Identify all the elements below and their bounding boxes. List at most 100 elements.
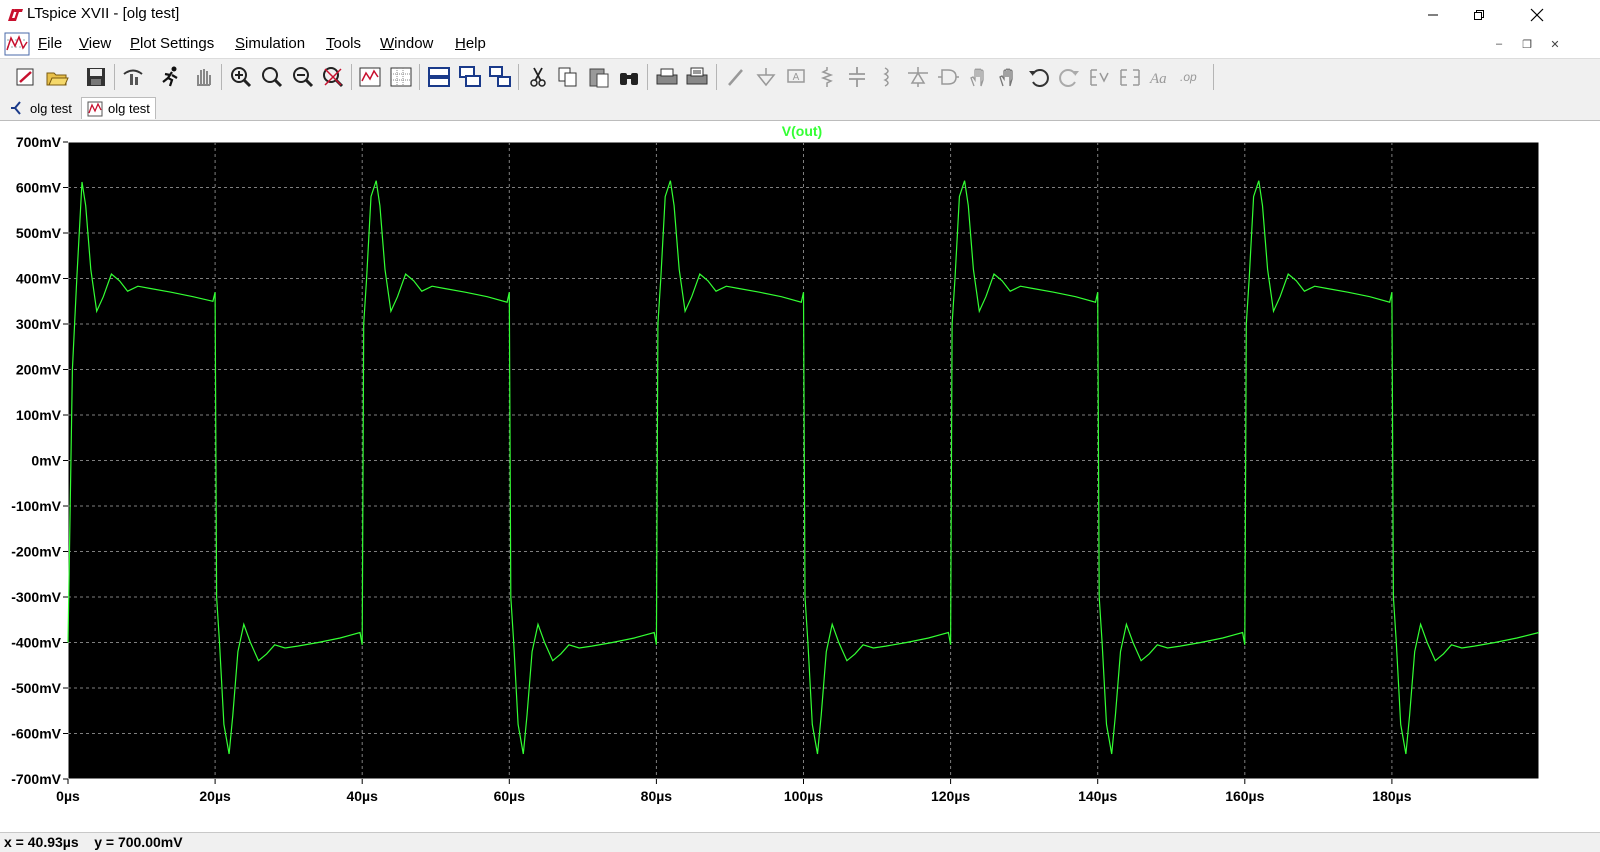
- print-preview-button[interactable]: [685, 65, 709, 89]
- mdi-minimize-button[interactable]: –: [1488, 34, 1510, 54]
- zoom-fit-button[interactable]: [321, 65, 345, 89]
- move-button[interactable]: [966, 65, 990, 89]
- zoom-out-icon: [293, 67, 314, 88]
- menu-file[interactable]: File: [38, 35, 62, 52]
- print-button[interactable]: [655, 65, 679, 89]
- component-button[interactable]: [936, 65, 960, 89]
- spice-directive-icon: .op: [1180, 70, 1197, 84]
- toolbar: A Aa .op: [0, 58, 1600, 96]
- paste-button[interactable]: [587, 65, 611, 89]
- zoom-in-button[interactable]: [229, 65, 253, 89]
- run-button[interactable]: [159, 65, 183, 89]
- y-tick-label: 100mV: [16, 407, 62, 423]
- menu-window[interactable]: Window: [380, 35, 433, 52]
- control-panel-button[interactable]: [121, 65, 145, 89]
- waveform-plot[interactable]: 700mV 600mV 500mV 400mV 300mV 200mV 100mV 0mV -1…: [0, 121, 1600, 832]
- tab-bar: olg test olg test: [0, 95, 1600, 121]
- mdi-restore-button[interactable]: ❐: [1516, 34, 1538, 54]
- text-button[interactable]: Aa: [1148, 65, 1172, 89]
- run-icon: [162, 66, 178, 87]
- x-tick-label: 0µs: [56, 788, 80, 804]
- tile-horizontal-button[interactable]: [427, 65, 451, 89]
- resistor-button[interactable]: [815, 65, 839, 89]
- y-tick-label: -700mV: [11, 771, 61, 787]
- diode-button[interactable]: [906, 65, 930, 89]
- resistor-icon: [820, 67, 834, 87]
- close-icon: [1530, 8, 1544, 22]
- mdi-restore-icon: ❐: [1522, 38, 1532, 51]
- y-tick-label: -600mV: [11, 726, 61, 742]
- undo-icon: [1029, 69, 1049, 87]
- component-icon: [938, 69, 959, 85]
- zoom-area-icon: [262, 67, 283, 88]
- autorange-button[interactable]: [358, 65, 382, 89]
- grid-button[interactable]: [389, 65, 413, 89]
- mdi-close-icon: ✕: [1550, 38, 1560, 51]
- capacitor-button[interactable]: [845, 65, 869, 89]
- mirror-icon: [1120, 69, 1140, 86]
- trace-label-vout[interactable]: V(out): [782, 123, 822, 139]
- minimize-button[interactable]: [1410, 0, 1456, 30]
- spice-directive-button[interactable]: .op: [1179, 65, 1203, 89]
- cursor-x-readout: x = 40.93µs: [4, 834, 79, 850]
- tile-horizontal-icon: [428, 67, 450, 87]
- save-icon: [87, 68, 105, 86]
- waveform-document-icon[interactable]: [4, 32, 30, 56]
- close-button[interactable]: [1514, 0, 1560, 30]
- move-icon: [970, 68, 984, 87]
- window-title: LTspice XVII - [olg test]: [27, 5, 180, 22]
- halt-button[interactable]: [191, 65, 215, 89]
- wire-icon: [728, 69, 743, 86]
- redo-icon: [1059, 69, 1079, 87]
- copy-button[interactable]: [556, 65, 580, 89]
- mdi-close-button[interactable]: ✕: [1544, 34, 1566, 54]
- cascade-button[interactable]: [458, 65, 482, 89]
- y-tick-label: 200mV: [16, 362, 62, 378]
- label-net-button[interactable]: A: [784, 65, 808, 89]
- x-tick-label: 160µs: [1225, 788, 1264, 804]
- y-tick-label: 500mV: [16, 225, 62, 241]
- wire-button[interactable]: [724, 65, 748, 89]
- menu-simulation[interactable]: Simulation: [235, 35, 305, 52]
- tile-vertical-button[interactable]: [488, 65, 512, 89]
- undo-button[interactable]: [1027, 65, 1051, 89]
- zoom-out-button[interactable]: [291, 65, 315, 89]
- y-tick-label: -500mV: [11, 680, 61, 696]
- restore-button[interactable]: [1456, 0, 1502, 30]
- open-button[interactable]: [45, 65, 69, 89]
- rotate-button[interactable]: [1088, 65, 1112, 89]
- ground-button[interactable]: [754, 65, 778, 89]
- menu-plot-settings[interactable]: Plot Settings: [130, 35, 214, 52]
- find-button[interactable]: [617, 65, 641, 89]
- x-tick-label: 180µs: [1372, 788, 1411, 804]
- cut-icon: [530, 67, 546, 87]
- tab-schematic[interactable]: olg test: [4, 97, 77, 119]
- save-button[interactable]: [84, 65, 108, 89]
- y-tick-label: -200mV: [11, 544, 61, 560]
- new-schematic-button[interactable]: [14, 65, 38, 89]
- menu-tools[interactable]: Tools: [326, 35, 361, 52]
- text-icon: Aa: [1149, 71, 1167, 87]
- svg-text:.op: .op: [1180, 70, 1197, 84]
- cut-button[interactable]: [526, 65, 550, 89]
- label-net-icon: A: [787, 69, 805, 83]
- redo-button[interactable]: [1057, 65, 1081, 89]
- inductor-icon: [883, 67, 889, 87]
- tab-label: olg test: [108, 101, 150, 116]
- x-tick-label: 20µs: [199, 788, 231, 804]
- menu-view[interactable]: View: [79, 35, 111, 52]
- menu-help[interactable]: Help: [455, 35, 486, 52]
- ltspice-logo-icon: [8, 9, 23, 21]
- mirror-button[interactable]: [1118, 65, 1142, 89]
- diode-icon: [908, 67, 928, 87]
- inductor-button[interactable]: [875, 65, 899, 89]
- rotate-icon: [1090, 69, 1109, 86]
- print-preview-icon: [686, 67, 708, 85]
- drag-button[interactable]: [996, 65, 1020, 89]
- x-tick-label: 140µs: [1078, 788, 1117, 804]
- zoom-fit-icon: [323, 67, 344, 88]
- x-tick-label: 60µs: [494, 788, 526, 804]
- find-icon: [620, 73, 638, 85]
- tab-waveform[interactable]: olg test: [81, 97, 156, 119]
- zoom-area-button[interactable]: [260, 65, 284, 89]
